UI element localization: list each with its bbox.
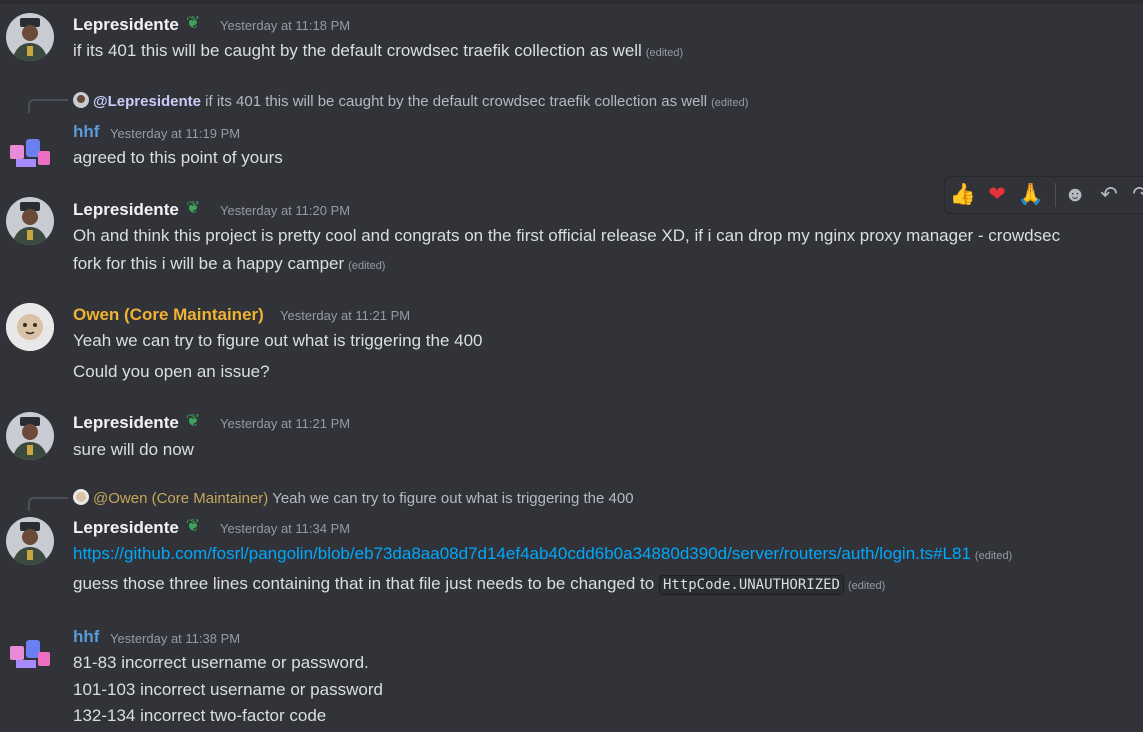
message-text: sure will do now — [73, 440, 194, 459]
message-text: Could you open an issue? — [73, 362, 270, 381]
edited-tag: (edited) — [847, 580, 886, 592]
message-text: guess those three lines containing that … — [73, 574, 886, 595]
message-text: Oh and think this project is pretty cool… — [73, 226, 1061, 245]
edited-tag: (edited) — [645, 47, 684, 59]
message-link-line: https://github.com/fosrl/pangolin/blob/e… — [73, 544, 1012, 564]
author-name[interactable]: Owen (Core Maintainer) — [73, 305, 264, 325]
avatar-owen[interactable] — [6, 303, 54, 351]
avatar-hhf[interactable] — [6, 129, 54, 177]
message: Lepresidente ❦ Yesterday at 11:21 PM sur… — [0, 399, 1143, 469]
timestamp: Yesterday at 11:21 PM — [280, 308, 411, 323]
timestamp: Yesterday at 11:38 PM — [110, 631, 241, 646]
reply-text: Yeah we can try to figure out what is tr… — [272, 490, 634, 507]
leaf-icon: ❦ — [186, 13, 201, 32]
author-name[interactable]: hhf — [73, 627, 99, 647]
reply-spine — [28, 497, 68, 511]
leaf-icon: ❦ — [186, 198, 201, 217]
reply-preview[interactable]: @Owen (Core Maintainer) Yeah we can try … — [73, 489, 634, 507]
reply-mention[interactable]: @Lepresidente — [93, 93, 201, 110]
message-text: 101-103 incorrect username or password — [73, 680, 383, 699]
message: @Lepresidente if its 401 this will be ca… — [0, 85, 1143, 177]
edited-tag: (edited) — [348, 260, 386, 272]
message: hhf Yesterday at 11:38 PM 81-83 incorrec… — [0, 620, 1143, 732]
message: @Owen (Core Maintainer) Yeah we can try … — [0, 480, 1143, 605]
author-name[interactable]: Lepresidente — [73, 15, 179, 35]
message: Lepresidente ❦ Yesterday at 11:20 PM Oh … — [0, 185, 1143, 285]
inline-code: HttpCode.UNAUTHORIZED — [658, 575, 844, 595]
author-name[interactable]: Lepresidente — [73, 413, 179, 433]
avatar-lepresidente[interactable] — [6, 13, 54, 61]
timestamp: Yesterday at 11:34 PM — [220, 521, 351, 536]
author-name[interactable]: Lepresidente — [73, 518, 179, 538]
reply-preview[interactable]: @Lepresidente if its 401 this will be ca… — [73, 92, 748, 110]
reply-mention[interactable]: @Owen (Core Maintainer) — [93, 490, 268, 507]
message-text: 132-134 incorrect two-factor code — [73, 706, 327, 725]
avatar-lepresidente[interactable] — [6, 517, 54, 565]
message-text: Yeah we can try to figure out what is tr… — [73, 331, 483, 350]
message-text: if its 401 this will be caught by the de… — [73, 41, 684, 60]
edited-tag: (edited) — [711, 97, 749, 109]
message-text: 81-83 incorrect username or password. — [73, 653, 369, 672]
avatar-lepresidente[interactable] — [6, 412, 54, 460]
message-text: fork for this i will be a happy camper (e… — [73, 254, 386, 273]
leaf-icon: ❦ — [186, 411, 201, 430]
author-name[interactable]: Lepresidente — [73, 200, 179, 220]
github-link[interactable]: https://github.com/fosrl/pangolin/blob/e… — [73, 544, 971, 563]
avatar-hhf[interactable] — [6, 630, 54, 678]
timestamp: Yesterday at 11:19 PM — [110, 126, 241, 141]
reply-avatar — [73, 489, 89, 505]
timestamp: Yesterday at 11:18 PM — [220, 18, 351, 33]
message: Lepresidente ❦ Yesterday at 11:18 PM if … — [0, 0, 1143, 70]
edited-tag: (edited) — [974, 550, 1013, 562]
author-name[interactable]: hhf — [73, 122, 99, 142]
avatar-lepresidente[interactable] — [6, 197, 54, 245]
message-text: agreed to this point of yours — [73, 148, 283, 167]
message: Owen (Core Maintainer) Yesterday at 11:2… — [0, 290, 1143, 395]
leaf-icon: ❦ — [186, 516, 201, 535]
reply-avatar — [73, 92, 89, 108]
reply-text: if its 401 this will be caught by the de… — [205, 93, 708, 110]
reply-spine — [28, 99, 68, 113]
timestamp: Yesterday at 11:20 PM — [220, 203, 351, 218]
timestamp: Yesterday at 11:21 PM — [220, 416, 351, 431]
